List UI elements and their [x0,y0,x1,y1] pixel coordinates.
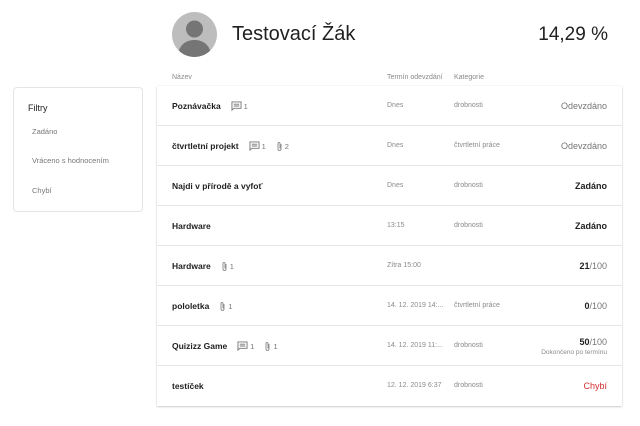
due-date: Dnes [387,102,404,109]
task-name-cell: Quizizz Game 1 1 [172,326,278,366]
status-cell: Zadáno [575,166,607,206]
comment-count: 1 [237,341,254,351]
comment-count-value: 1 [250,341,255,351]
task-name-cell: Hardware 1 [172,246,234,286]
table-row[interactable]: pololetka 1 14. 12. 2019 14:... čtvrtletní … [157,286,622,326]
status-cell: 0/100 [584,286,607,326]
score: 0/100 [584,301,607,311]
score: 50/100 [579,337,607,347]
filters-panel: Filtry Zadáno Vráceno s hodnocením Chybí [13,87,143,212]
task-name-cell: testíček [172,366,204,406]
table-row[interactable]: čtvrtletní projekt 1 2 Dnes čtvrtletní práce… [157,126,622,166]
task-name[interactable]: Hardware [172,221,211,231]
task-name[interactable]: pololetka [172,301,209,311]
task-name[interactable]: Quizizz Game [172,341,227,351]
assignment-rows: Poznávačka 1 Dnes drobnosti Odevzdáno čtvrtle… [157,86,622,406]
comment-count: 1 [231,101,248,111]
attachment-count: 1 [219,301,232,312]
score-max: /100 [589,301,607,311]
filters-title: Filtry [28,103,48,113]
score-max: /100 [589,336,607,347]
status-cell: Odevzdáno [561,86,607,126]
table-row[interactable]: Najdi v přírodě a vyfoť Dnes drobnosti Zadá… [157,166,622,206]
attachment-count-value: 1 [228,301,233,311]
category: drobnosti [454,222,483,229]
due-date: 12. 12. 2019 6:37 [387,382,442,389]
comment-icon [237,341,248,351]
grade-percent: 14,29 % [538,24,608,45]
comment-count-value: 1 [243,101,248,111]
attachment-count: 1 [264,341,278,352]
paperclip-icon [221,261,228,272]
filter-item-zadano[interactable]: Zadáno [32,127,57,136]
due-date: 14. 12. 2019 11:... [387,342,443,349]
category: čtvrtletní práce [454,142,500,149]
filter-item-chybi[interactable]: Chybí [32,186,52,195]
score-max: /100 [589,261,607,271]
task-name-cell: Poznávačka 1 [172,86,248,126]
due-date: Zítra 15:00 [387,262,421,269]
category: drobnosti [454,382,483,389]
due-date: Dnes [387,182,404,189]
table-row[interactable]: Hardware 1 Zítra 15:00 21/100 [157,246,622,286]
filter-item-vraceno[interactable]: Vráceno s hodnocením [32,156,109,165]
status-label: Odevzdáno [560,141,607,151]
task-name-cell: čtvrtletní projekt 1 2 [172,126,289,166]
late-note: Dokončeno po termínu [541,348,607,356]
score: 21/100 [579,261,607,271]
table-row[interactable]: Poznávačka 1 Dnes drobnosti Odevzdáno [157,86,622,126]
task-name-cell: pololetka 1 [172,286,232,326]
table-row[interactable]: Hardware 13:15 drobnosti Zadáno [157,206,622,246]
attachment-count-value: 2 [284,141,289,151]
paperclip-icon [219,301,226,312]
status-label: Chybí [583,381,607,391]
attachment-count-value: 1 [273,341,278,351]
student-name: Testovací Žák [232,23,356,45]
status-cell: 21/100 [579,246,607,286]
task-name[interactable]: testíček [172,381,204,391]
avatar-graphic [178,20,211,57]
column-header-category: Kategorie [454,74,484,81]
table-row[interactable]: Quizizz Game 1 1 14. 12. 2019 11:... drobnos… [157,326,622,366]
task-name-cell: Hardware [172,206,211,246]
status-cell: Chybí [583,366,607,406]
attachment-count: 1 [221,261,234,272]
comment-count-value: 1 [261,141,266,151]
paperclip-icon [264,341,271,352]
category: drobnosti [454,102,483,109]
task-name[interactable]: Poznávačka [172,101,221,111]
attachment-count-value: 1 [229,261,234,271]
status-cell: Zadáno [575,206,607,246]
category: čtvrtletní práce [454,302,500,309]
comment-icon [231,101,242,111]
task-name[interactable]: Hardware [172,261,211,271]
due-date: 13:15 [387,222,405,229]
score-value: 50 [579,336,590,347]
attachment-count: 2 [276,141,289,152]
task-name-cell: Najdi v přírodě a vyfoť [172,166,263,206]
status-label: Zadáno [574,221,607,231]
due-date: 14. 12. 2019 14:... [387,302,444,309]
column-header-name: Název [172,74,192,81]
status-label: Odevzdáno [560,101,607,111]
comment-icon [249,141,260,151]
score-value: 21 [579,261,590,271]
person-avatar-icon [172,12,217,57]
category: drobnosti [454,182,483,189]
column-header-due: Termín odevzdání [387,74,443,81]
status-cell: Odevzdáno [561,126,607,166]
comment-count: 1 [249,141,266,151]
due-date: Dnes [387,142,404,149]
task-name[interactable]: čtvrtletní projekt [172,141,239,151]
category: drobnosti [454,342,483,349]
status-label: Zadáno [574,181,607,191]
status-cell: 50/100 Dokončeno po termínu [541,326,607,366]
task-name[interactable]: Najdi v přírodě a vyfoť [172,181,263,191]
table-row[interactable]: testíček 12. 12. 2019 6:37 drobnosti Chybí [157,366,622,406]
paperclip-icon [276,141,283,152]
student-header: Testovací Žák 14,29 % [172,12,622,58]
